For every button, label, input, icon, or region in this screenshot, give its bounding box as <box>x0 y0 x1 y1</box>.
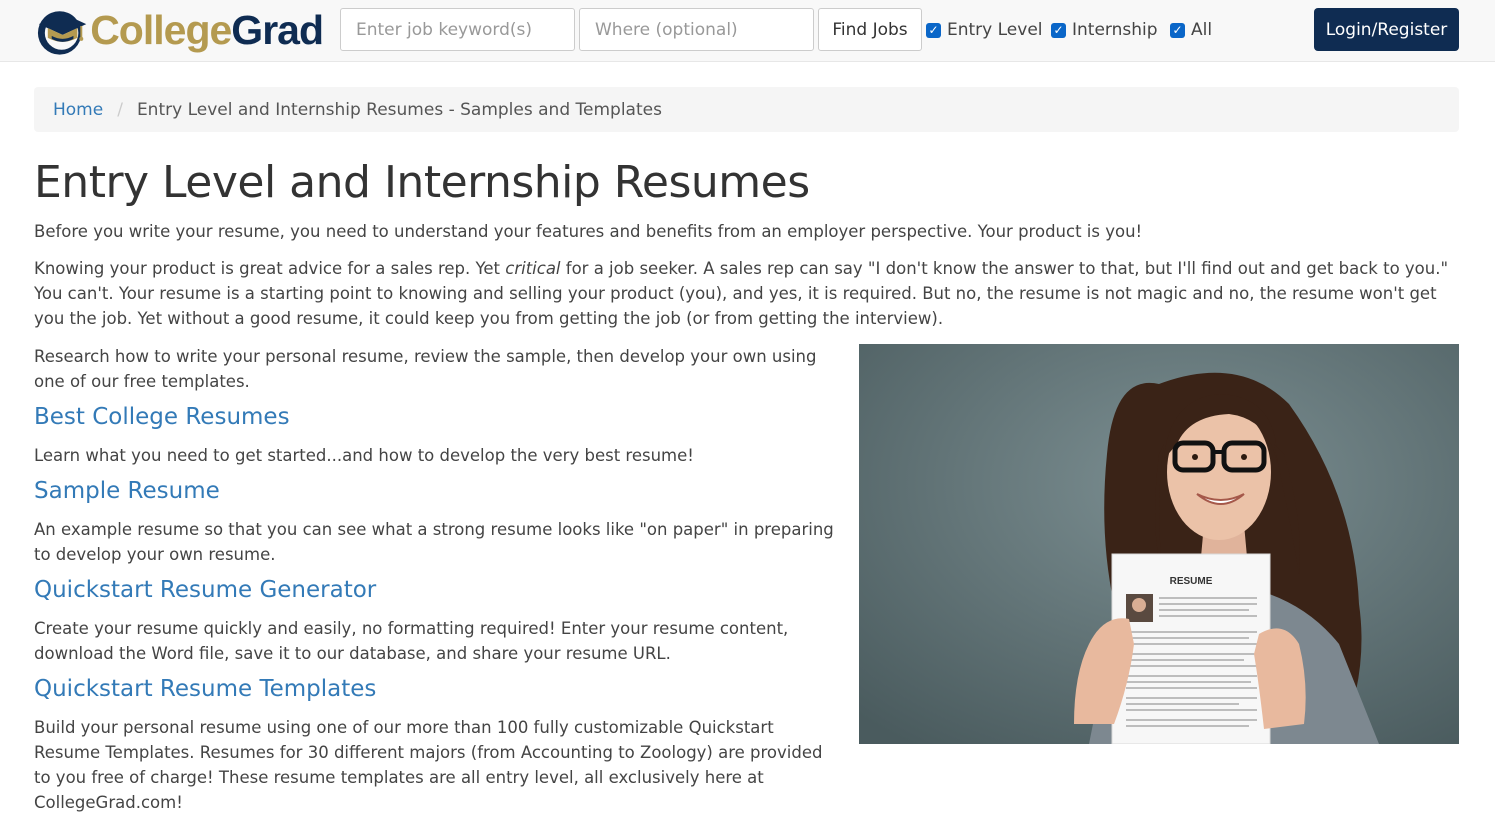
entry-level-filter[interactable]: ✓ Entry Level <box>926 19 1043 41</box>
login-register-button[interactable]: Login/Register <box>1314 8 1459 51</box>
top-navbar: CollegeGrad Find Jobs ✓ Entry Level ✓ In… <box>0 0 1495 62</box>
best-college-resumes-link[interactable]: Best College Resumes <box>34 402 290 432</box>
all-filter[interactable]: ✓ All <box>1170 19 1212 41</box>
breadcrumb-home-link[interactable]: Home <box>53 100 103 120</box>
intro-p2-emphasis: critical <box>505 259 561 278</box>
find-jobs-button[interactable]: Find Jobs <box>818 8 922 51</box>
quickstart-resume-templates-link[interactable]: Quickstart Resume Templates <box>34 674 376 704</box>
graduation-cap-logo-icon <box>37 11 87 55</box>
best-college-resumes-description: Learn what you need to get started...and… <box>34 446 694 465</box>
location-input[interactable] <box>579 8 814 51</box>
internship-filter[interactable]: ✓ Internship <box>1051 19 1158 41</box>
job-keyword-input[interactable] <box>340 8 575 51</box>
woman-holding-resume-photo: RESUME <box>859 344 1459 744</box>
intro-paragraph-3: Research how to write your personal resu… <box>34 347 817 391</box>
intro-p2-start: Knowing your product is great advice for… <box>34 259 506 278</box>
intro-paragraph-2: Knowing your product is great advice for… <box>34 256 1464 331</box>
logo-grad-text: Grad <box>231 7 324 53</box>
sample-resume-description: An example resume so that you can see wh… <box>34 520 834 564</box>
quickstart-resume-templates-description: Build your personal resume using one of … <box>34 718 823 812</box>
photo-illustration: RESUME <box>859 344 1459 744</box>
breadcrumb-separator: / <box>117 99 123 120</box>
quickstart-resume-generator-description: Create your resume quickly and easily, n… <box>34 619 789 663</box>
quickstart-resume-generator-link[interactable]: Quickstart Resume Generator <box>34 575 376 605</box>
internship-label: Internship <box>1072 20 1158 40</box>
entry-level-label: Entry Level <box>947 20 1043 40</box>
breadcrumb-current: Entry Level and Internship Resumes - Sam… <box>136 99 662 120</box>
entry-level-checkbox[interactable]: ✓ <box>926 22 941 38</box>
page-title: Entry Level and Internship Resumes <box>34 157 810 208</box>
logo-wordmark: CollegeGrad <box>90 4 324 56</box>
sample-resume-link[interactable]: Sample Resume <box>34 476 220 506</box>
internship-checkbox[interactable]: ✓ <box>1051 22 1066 38</box>
collegegrad-logo[interactable]: CollegeGrad <box>33 4 324 56</box>
logo-college-text: College <box>90 7 232 53</box>
resume-paper-heading: RESUME <box>1170 576 1213 587</box>
intro-paragraph-1: Before you write your resume, you need t… <box>34 222 1143 241</box>
all-label: All <box>1191 20 1213 40</box>
breadcrumb: Home / Entry Level and Internship Resume… <box>34 87 1459 132</box>
all-checkbox[interactable]: ✓ <box>1170 22 1185 38</box>
